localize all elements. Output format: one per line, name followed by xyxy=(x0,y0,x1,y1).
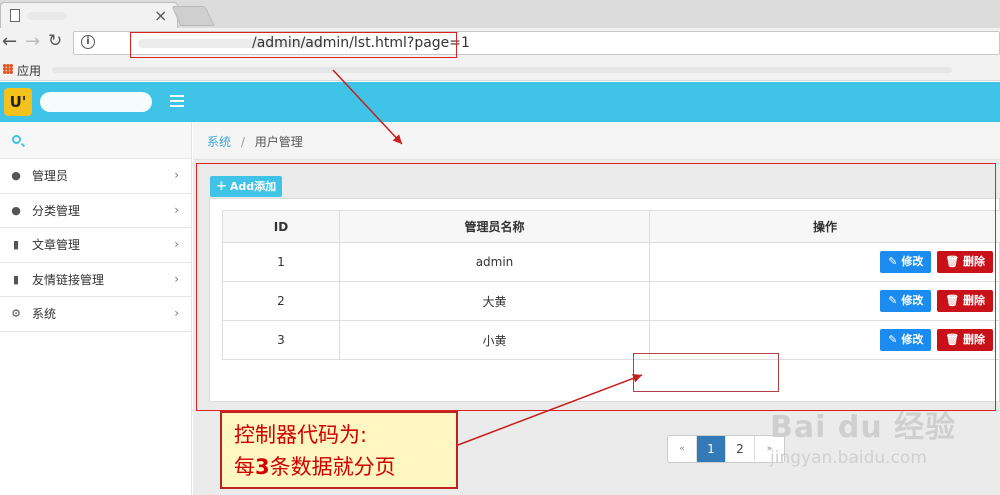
close-icon[interactable]: × xyxy=(154,6,167,25)
annotation-note: 控制器代码为: 每3条数据就分页 xyxy=(220,411,458,489)
forward-icon[interactable]: → xyxy=(25,31,40,52)
watermark: Bai du 经验 jingyan.baidu.com xyxy=(770,388,1000,488)
pagination-page-2[interactable]: 2 xyxy=(726,436,755,462)
sidebar: ● 管理员 › ● 分类管理 › ▮ 文章管理 › ▮ 友情链接管理 › ⚙ 系… xyxy=(0,122,192,495)
chevron-right-icon: › xyxy=(174,237,179,251)
site-name-redacted xyxy=(40,92,152,112)
breadcrumb-root[interactable]: 系统 xyxy=(207,135,231,149)
browser-tab[interactable]: × xyxy=(0,2,178,28)
tab-title-redacted xyxy=(27,12,67,20)
search-icon[interactable] xyxy=(12,135,21,144)
document-icon xyxy=(10,9,20,22)
sidebar-item-links[interactable]: ▮ 友情链接管理 › xyxy=(0,263,191,297)
annotation-line-2-number: 3 xyxy=(255,455,270,479)
gear-icon: ⚙ xyxy=(11,307,21,321)
breadcrumb-separator: / xyxy=(240,135,245,149)
apps-icon[interactable] xyxy=(3,64,13,74)
annotation-line-1: 控制器代码为: xyxy=(234,423,368,447)
document-icon: ▮ xyxy=(12,238,20,252)
sidebar-item-label: 文章管理 xyxy=(32,238,81,253)
back-icon[interactable]: ← xyxy=(2,31,17,52)
url-highlight-box xyxy=(130,32,457,58)
chevron-right-icon: › xyxy=(174,271,179,286)
sidebar-item-articles[interactable]: ▮ 文章管理 › xyxy=(0,228,191,263)
logo: U' xyxy=(4,88,32,116)
browser-tab-bar: × xyxy=(0,0,1000,28)
chevron-right-icon: › xyxy=(174,202,179,217)
sidebar-item-label: 管理员 xyxy=(32,169,69,184)
document-icon: ▮ xyxy=(12,272,20,286)
sidebar-item-label: 分类管理 xyxy=(32,203,81,218)
pagination-highlight-box xyxy=(633,353,779,392)
pagination-page-1[interactable]: 1 xyxy=(697,436,726,462)
sidebar-item-system[interactable]: ⚙ 系统 › xyxy=(0,297,191,332)
menu-icon[interactable] xyxy=(170,95,184,107)
chevron-right-icon: › xyxy=(174,306,179,320)
sidebar-item-admins[interactable]: ● 管理员 › xyxy=(0,159,191,194)
reload-icon[interactable]: ↻ xyxy=(48,31,62,51)
apps-label[interactable]: 应用 xyxy=(17,62,41,79)
annotation-line-2-prefix: 每 xyxy=(234,455,255,479)
breadcrumb: 系统 / 用户管理 xyxy=(193,122,1000,160)
watermark-sub: jingyan.baidu.com xyxy=(770,448,927,468)
breadcrumb-current: 用户管理 xyxy=(254,135,303,149)
bookmarks-bar: 应用 xyxy=(0,58,1000,81)
annotation-line-2: 每3条数据就分页 xyxy=(234,451,456,483)
annotation-line-2-suffix: 条数据就分页 xyxy=(269,455,396,479)
watermark-logo: Bai du 经验 xyxy=(770,410,957,445)
sidebar-item-label: 友情链接管理 xyxy=(32,272,105,287)
sidebar-search[interactable] xyxy=(0,122,191,159)
info-icon[interactable]: i xyxy=(81,35,95,49)
pagination-prev[interactable]: « xyxy=(668,436,697,462)
chevron-right-icon: › xyxy=(174,168,179,182)
content-highlight-box xyxy=(196,163,996,411)
app-header: U' xyxy=(0,82,1000,122)
sidebar-item-categories[interactable]: ● 分类管理 › xyxy=(0,194,191,228)
sidebar-item-label: 系统 xyxy=(32,307,57,322)
pagination: « 1 2 » xyxy=(667,435,785,463)
user-icon: ● xyxy=(11,169,21,183)
user-icon: ● xyxy=(11,203,21,217)
bookmarks-redacted xyxy=(52,67,952,73)
